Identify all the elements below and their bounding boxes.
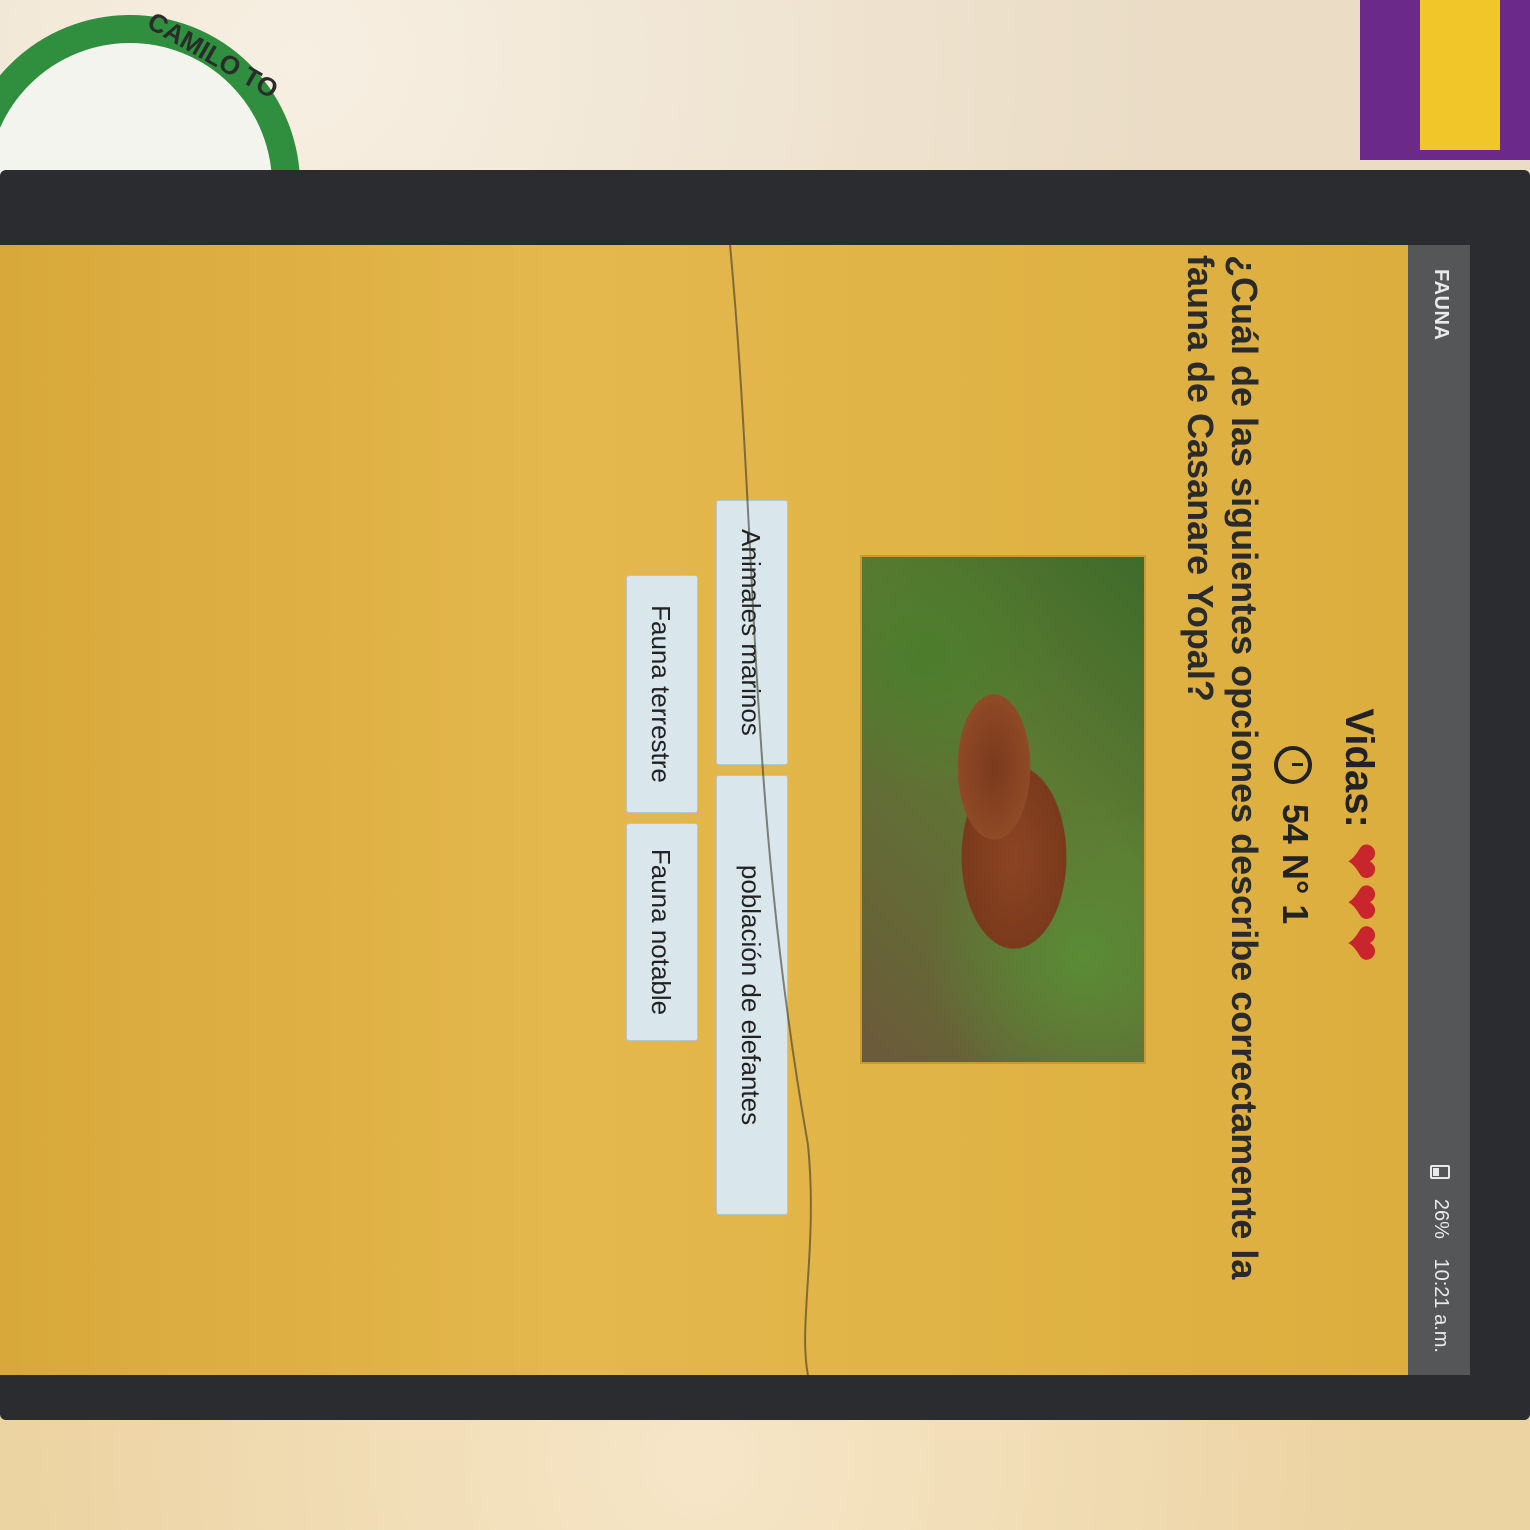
lives-label: Vidas: [1337,708,1381,828]
battery-level: 26% [1430,1198,1452,1239]
status-indicators: 26% 10:21 a.m. [1429,1151,1452,1353]
question-text: ¿Cuál de las siguientes opciones describ… [1180,255,1265,1280]
capybara-image [860,555,1146,1064]
option-button-fauna-notable[interactable]: Fauna notable [626,823,698,1041]
battery-icon [1430,1165,1451,1180]
heart-icon: ❤ [1336,883,1385,921]
tablet-screen: FAUNA 26% 10:21 a.m. Vidas: ❤❤❤ 54 N° 1 … [0,245,1470,1375]
section-title: FAUNA [1430,269,1452,341]
timer-value: 54 [1275,803,1316,844]
option-button-animales-marinos[interactable]: Animales marinos [716,500,788,765]
heart-icon: ❤ [1336,924,1385,962]
heart-icon: ❤ [1336,842,1385,880]
question-number: N° 1 [1275,853,1316,925]
timer-row: 54 N° 1 [1273,625,1316,1045]
option-button-poblacion-elefantes[interactable]: población de elefantes [716,775,788,1215]
quiz-content: Vidas: ❤❤❤ 54 N° 1 ¿Cuál de las siguient… [0,245,1408,1375]
stopwatch-icon [1273,745,1312,784]
clock-time: 10:21 a.m. [1430,1258,1452,1353]
lives-row: Vidas: ❤❤❤ [1335,625,1386,1045]
status-bar: FAUNA 26% 10:21 a.m. [1408,245,1470,1375]
poster-letter [1420,0,1500,150]
option-button-fauna-terrestre[interactable]: Fauna terrestre [626,575,698,813]
quiz-app: FAUNA 26% 10:21 a.m. Vidas: ❤❤❤ 54 N° 1 … [0,245,1470,1375]
